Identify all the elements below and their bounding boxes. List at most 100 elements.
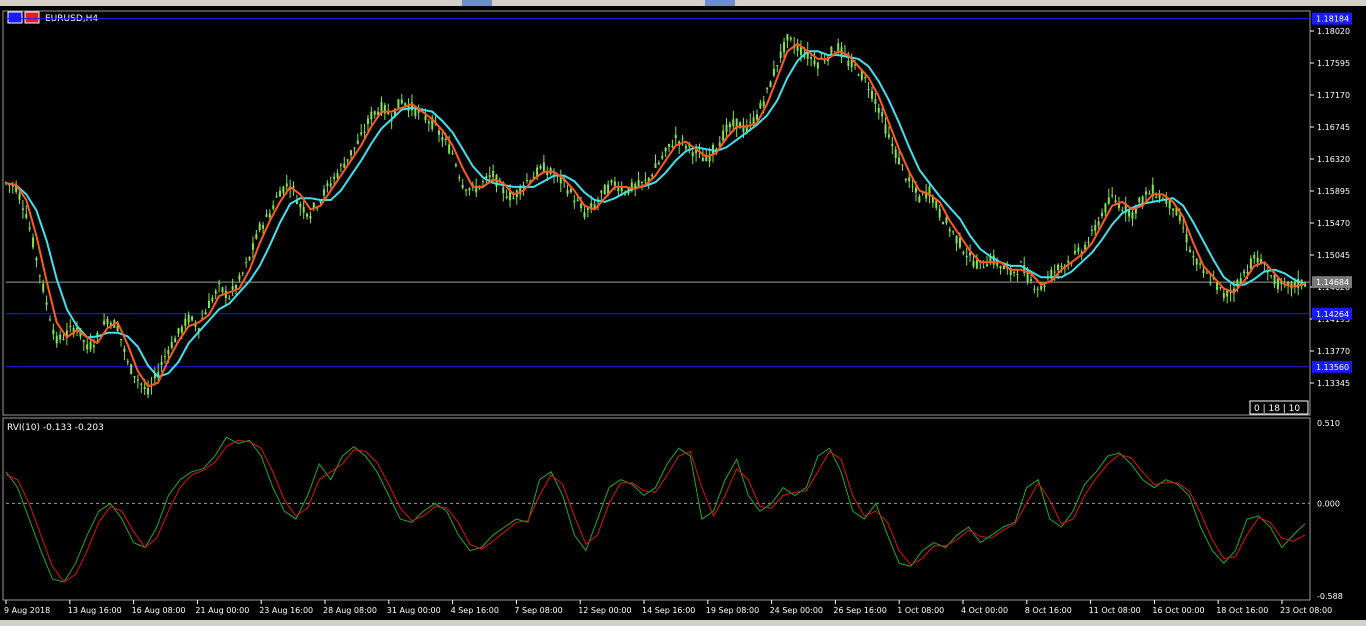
status-box: 0 | 18 | 10 [1249, 400, 1309, 415]
main-chart-plot[interactable] [5, 18, 1310, 399]
candle-body [187, 314, 190, 323]
candle-body [231, 285, 234, 290]
candle-body [884, 124, 887, 134]
candle-body [268, 213, 271, 218]
candle-body [586, 208, 589, 211]
candle-body [864, 76, 867, 79]
candle-body [576, 199, 579, 201]
candle-body [441, 137, 444, 141]
ma-slow-line [5, 50, 1306, 379]
candle-body [725, 124, 728, 132]
candle-body [958, 237, 961, 248]
candle-body [235, 284, 238, 289]
candle-body [810, 57, 813, 59]
candle-body [373, 111, 376, 115]
time-tick-label: 7 Sep 08:00 [514, 606, 562, 615]
candle-body [1013, 271, 1016, 273]
candle-body [776, 65, 779, 67]
rvi-indicator-plot[interactable] [5, 436, 1310, 583]
candle-body [603, 184, 606, 195]
candle-body [786, 34, 789, 41]
candle-body [45, 302, 48, 305]
candle-body [360, 132, 363, 135]
candle-body [772, 68, 775, 76]
candle-body [1195, 258, 1198, 265]
candle-body [766, 87, 769, 90]
price-tick-label: 1.18020 [1317, 27, 1350, 36]
candle-body [38, 275, 41, 277]
time-tick-label: 24 Sep 00:00 [770, 606, 823, 615]
candle-body [32, 237, 35, 248]
candle-body [1199, 263, 1202, 265]
candle-body [106, 318, 109, 325]
candle-body [671, 145, 674, 148]
candle-body [1192, 255, 1195, 258]
chart-header: EURUSD,H4 [7, 11, 98, 24]
candle-body [502, 187, 505, 194]
candle-body [867, 89, 870, 91]
candle-body [248, 257, 251, 260]
candle-body [299, 204, 302, 208]
status-box-text: 0 | 18 | 10 [1254, 404, 1300, 414]
candle-body [1253, 255, 1256, 259]
price-tick-label: 1.15895 [1317, 187, 1350, 196]
candle-body [525, 179, 528, 181]
candle-body [1256, 257, 1259, 263]
chart-menu-icon[interactable] [24, 11, 40, 24]
candle-body [265, 214, 268, 217]
candle-body [914, 187, 917, 193]
candle-body [1087, 242, 1090, 244]
candle-body [796, 46, 799, 51]
price-tick-label: 1.17595 [1317, 59, 1350, 68]
price-tick-label: 1.13770 [1317, 347, 1350, 356]
candle-body [1145, 191, 1148, 195]
candle-body [1209, 282, 1212, 284]
candle-body [1182, 227, 1185, 229]
time-tick-label: 8 Oct 16:00 [1025, 606, 1072, 615]
candle-body [823, 60, 826, 62]
candle-body [346, 159, 349, 161]
candle-body [610, 180, 613, 183]
candle-body [972, 261, 975, 267]
price-tag-label: 1.14264 [1316, 310, 1349, 319]
candle-body [691, 152, 694, 157]
candle-body [1155, 196, 1158, 198]
candle-body [664, 147, 667, 152]
candle-body [282, 186, 285, 193]
candle-body [1114, 200, 1117, 203]
candle-body [722, 130, 725, 141]
chart-window[interactable]: EURUSD,H4 RVI(10) -0.133 -0.203 1.18020 1… [0, 6, 1366, 620]
candle-body [982, 267, 985, 269]
candle-body [1188, 249, 1191, 253]
candle-body [1104, 203, 1107, 213]
candle-body [573, 200, 576, 203]
candle-body [397, 99, 400, 108]
time-tick-label: 9 Aug 2018 [4, 606, 50, 615]
main-chart-frame [2, 10, 1311, 416]
candle-body [975, 260, 978, 269]
candle-body [184, 318, 187, 326]
rvi-label: RVI(10) -0.133 -0.203 [7, 423, 104, 433]
candle-body [1222, 292, 1225, 298]
candle-body [326, 183, 329, 187]
candle-body [103, 320, 106, 325]
candle-body [211, 298, 214, 302]
chart-window-icon[interactable] [7, 11, 23, 24]
candle-body [123, 348, 126, 352]
price-tick-label: 1.16320 [1317, 155, 1350, 164]
candle-body [353, 147, 356, 149]
candle-body [942, 221, 945, 225]
candle-body [938, 208, 941, 218]
candle-body [651, 174, 654, 177]
rvi-axis: 0.510 0.000 -0.588 [1317, 419, 1343, 601]
candle-body [1094, 224, 1097, 231]
candle-body [759, 103, 762, 109]
candle-body [485, 176, 488, 179]
candle-body [163, 356, 166, 358]
candle-body [96, 332, 99, 336]
candle-body [302, 207, 305, 213]
candle-body [89, 341, 92, 350]
candle-body [55, 335, 58, 344]
candle-body [566, 189, 569, 194]
candle-body [962, 251, 965, 254]
